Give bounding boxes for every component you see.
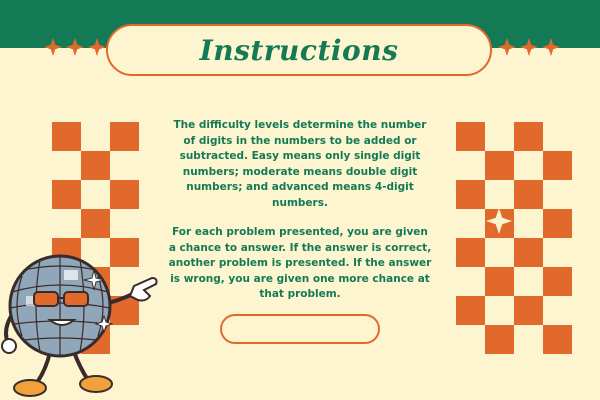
sparkle-icon — [486, 208, 512, 234]
title-banner: Instructions — [106, 24, 492, 76]
disco-ball-mascot-icon — [1, 254, 158, 397]
sparkle-icon — [542, 38, 560, 56]
instructions-text: The difficulty levels determine the numb… — [168, 118, 432, 317]
sparkle-icon — [498, 38, 516, 56]
checkerboard-right — [456, 122, 572, 354]
sparkle-group-right — [498, 38, 560, 56]
sparkle-icon — [66, 38, 84, 56]
sparkle-group-left — [44, 38, 106, 56]
sparkle-icon — [520, 38, 538, 56]
instructions-paragraph-answering: For each problem presented, you are give… — [168, 226, 432, 300]
answer-field[interactable] — [220, 314, 380, 344]
page-title: Instructions — [199, 33, 399, 67]
sparkle-icon — [88, 38, 106, 56]
sparkle-icon — [44, 38, 62, 56]
instructions-paragraph-difficulty: The difficulty levels determine the numb… — [173, 119, 427, 209]
